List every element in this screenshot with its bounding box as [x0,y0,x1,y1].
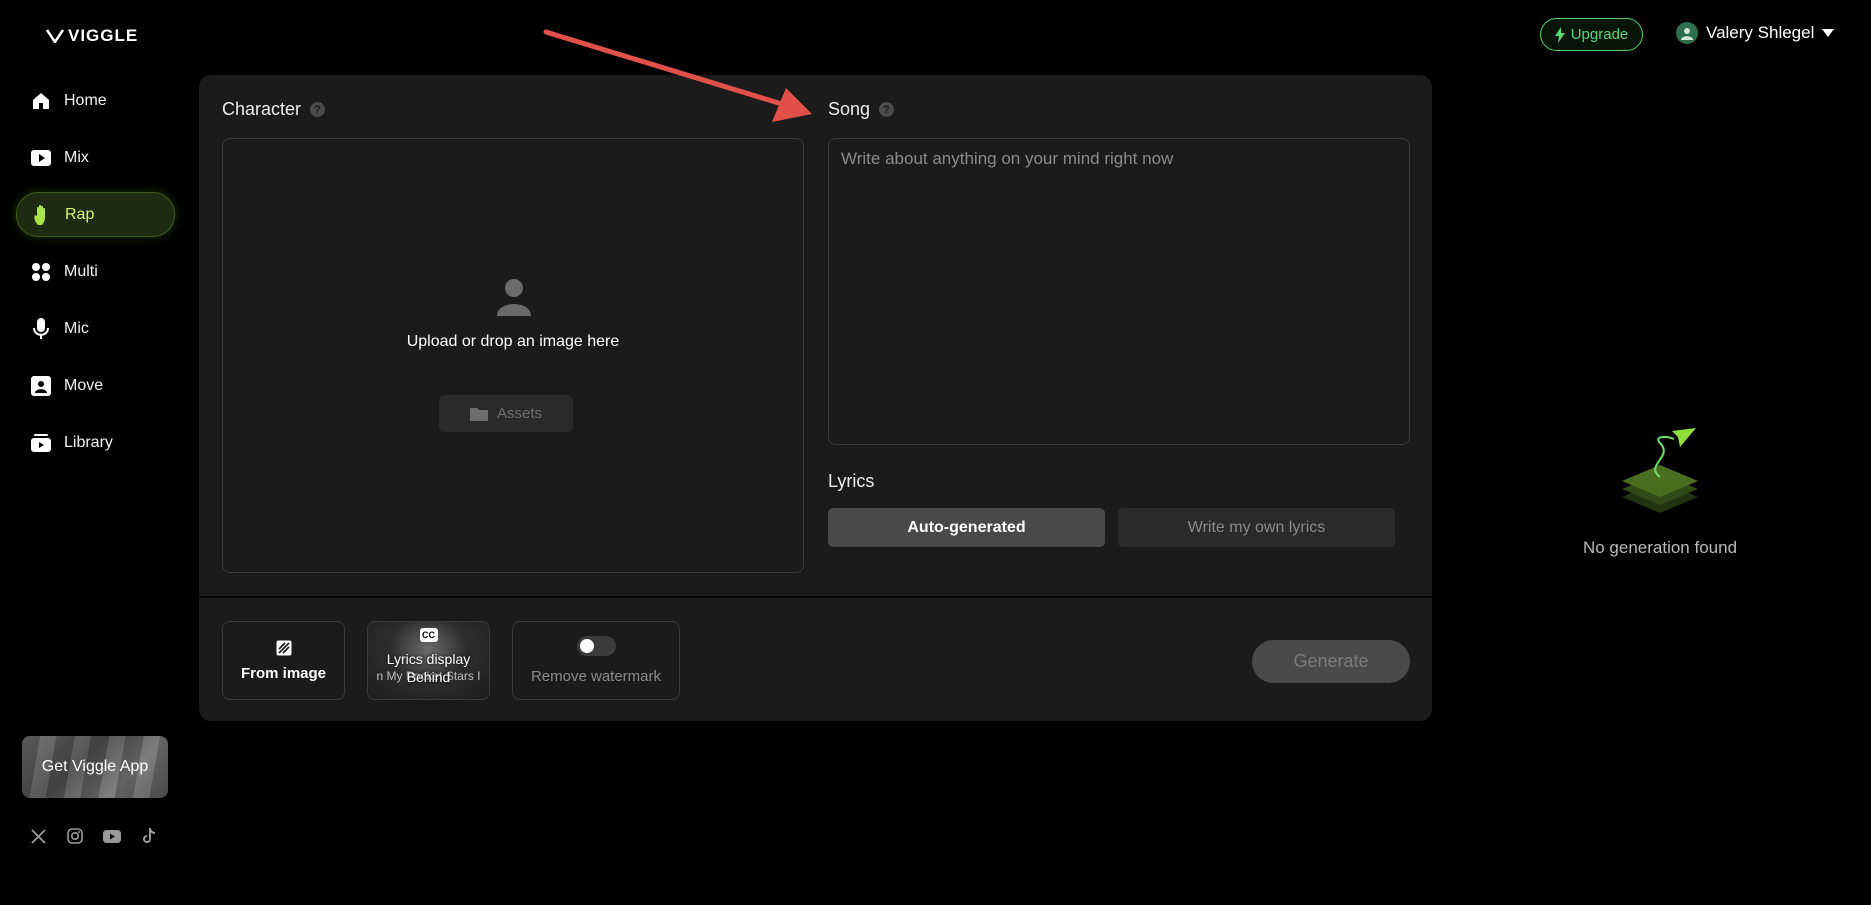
captions-icon: CC [419,628,438,642]
remove-watermark-label: Remove watermark [530,668,662,685]
viggle-logo-icon [46,29,64,43]
image-upload-dropzone[interactable]: Upload or drop an image here Assets [222,138,804,573]
user-name: Valery Shlegel [1706,23,1815,42]
hand-icon [31,204,53,226]
library-icon [30,432,52,454]
tiktok-icon[interactable] [139,826,159,846]
social-links [28,826,159,846]
user-menu[interactable]: Valery Shlegel [1676,22,1835,44]
sidebar-item-library[interactable]: Library [16,420,175,465]
lyrics-title: Lyrics [828,471,875,491]
x-icon[interactable] [28,826,48,846]
sidebar-item-label: Library [64,433,113,451]
sidebar-item-multi[interactable]: Multi [16,249,175,294]
play-icon [30,147,52,169]
viggle-logo[interactable]: VIGGLE [46,26,138,46]
sidebar-item-rap[interactable]: Rap [16,192,175,237]
lyrics-display-text: Lyrics display Behind [387,650,471,686]
mic-icon [30,317,52,340]
sidebar-item-label: Mic [64,319,89,337]
instagram-icon[interactable] [65,826,85,846]
character-label: Character ? [222,99,326,120]
person-icon [30,375,52,397]
sidebar-item-label: Mix [64,148,89,166]
folder-icon [469,407,488,421]
get-app-banner[interactable]: Get Viggle App [22,736,168,798]
avatar [1676,22,1698,44]
sidebar-item-label: Multi [64,262,98,280]
image-style-icon [276,640,291,655]
upgrade-label: Upgrade [1570,26,1629,43]
sidebar-nav: Home Mix Rap Multi Mic Move Library [16,78,175,477]
lyrics-label: Lyrics [828,471,874,492]
lyrics-display-label: Lyrics display [386,650,471,667]
upgrade-button[interactable]: Upgrade [1540,18,1643,51]
empty-state: No generation found [1570,425,1750,558]
assets-label: Assets [496,405,542,422]
sidebar-item-move[interactable]: Move [16,363,175,408]
help-icon[interactable]: ? [879,102,895,117]
sidebar-item-mic[interactable]: Mic [16,306,175,351]
character-title: Character [222,99,302,119]
song-title: Song [828,99,871,119]
write-own-lyrics-option[interactable]: Write my own lyrics [1118,508,1395,547]
help-icon[interactable]: ? [310,102,326,117]
song-label: Song ? [828,99,895,120]
get-app-label: Get Viggle App [41,758,149,775]
rap-panel: Character ? Upload or drop an image here… [199,75,1432,721]
sidebar-item-label: Move [64,376,104,394]
lightning-icon [1554,26,1565,43]
from-image-label: From image [240,664,327,682]
home-icon [30,90,52,112]
song-prompt-input[interactable] [828,138,1410,445]
from-image-option[interactable]: From image [222,621,345,700]
generate-button[interactable]: Generate [1252,640,1410,683]
youtube-icon[interactable] [102,826,122,846]
grid-icon [30,261,52,283]
user-placeholder-icon [497,278,531,321]
auto-generated-lyrics-option[interactable]: Auto-generated [828,508,1105,547]
panel-divider [199,596,1432,598]
empty-state-text: No generation found [1582,538,1738,557]
sidebar-item-label: Rap [65,205,95,223]
sidebar-item-home[interactable]: Home [16,78,175,123]
empty-box-icon [1622,428,1698,513]
upload-instruction: Upload or drop an image here [406,333,620,350]
assets-button[interactable]: Assets [439,395,573,432]
remove-watermark-option[interactable]: Remove watermark [512,621,680,700]
lyrics-display-option[interactable]: n My Pocket Stars I CC Lyrics display Be… [367,621,490,700]
caret-down-icon [1822,29,1835,37]
brand-name: VIGGLE [68,26,139,45]
lyrics-display-value: Behind [406,668,451,685]
sidebar-item-label: Home [64,91,107,109]
sidebar-item-mix[interactable]: Mix [16,135,175,180]
watermark-toggle[interactable] [576,636,616,656]
